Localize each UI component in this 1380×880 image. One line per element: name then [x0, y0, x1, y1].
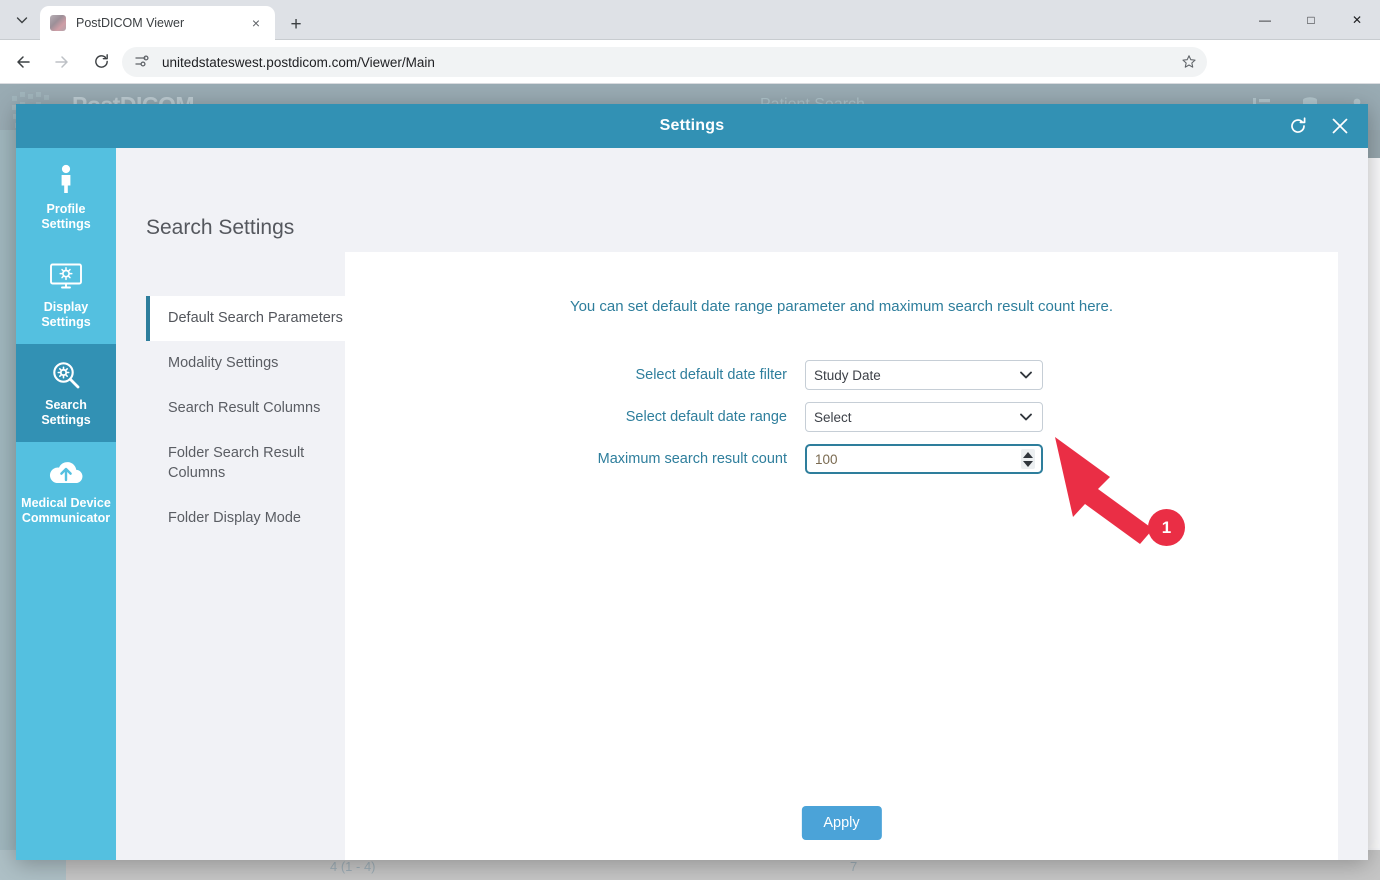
- rail-item-label: SearchSettings: [41, 398, 90, 428]
- settings-dialog: Settings ProfileSettings: [16, 104, 1368, 860]
- form-row-max-result-count: Maximum search result count 100: [345, 444, 1338, 474]
- max-result-count-label: Maximum search result count: [345, 451, 805, 467]
- new-tab-button[interactable]: +: [283, 11, 309, 37]
- postdicom-favicon: [50, 15, 66, 31]
- subnav-item-default-search-parameters[interactable]: Default Search Parameters: [146, 296, 346, 341]
- settings-sub-nav: Default Search Parameters Modality Setti…: [146, 296, 346, 541]
- date-filter-select[interactable]: Study Date: [805, 360, 1043, 390]
- settings-dialog-header: Settings: [16, 104, 1368, 148]
- bookmark-star-icon[interactable]: [1177, 50, 1201, 74]
- date-filter-control: Study Date: [805, 360, 1043, 390]
- subnav-item-search-result-columns[interactable]: Search Result Columns: [146, 386, 346, 431]
- default-search-parameters-form: Select default date filter Study Date: [345, 360, 1338, 486]
- stepper-down-icon[interactable]: [1023, 461, 1033, 467]
- browser-tab-strip: PostDICOM Viewer × + — □ ✕: [0, 0, 1380, 40]
- site-info-icon[interactable]: [134, 53, 152, 71]
- person-icon: [54, 162, 78, 196]
- form-row-date-range: Select default date range Select: [345, 402, 1338, 432]
- rail-item-profile-settings[interactable]: ProfileSettings: [16, 148, 116, 246]
- settings-category-rail: ProfileSettings DisplaySettings: [16, 148, 116, 860]
- max-result-count-value: 100: [815, 452, 838, 467]
- rail-item-medical-device-communicator[interactable]: Medical DeviceCommunicator: [16, 442, 116, 540]
- form-row-date-filter: Select default date filter Study Date: [345, 360, 1338, 390]
- subnav-item-modality-settings[interactable]: Modality Settings: [146, 341, 346, 386]
- cloud-upload-icon: [47, 456, 85, 490]
- window-close-button[interactable]: ✕: [1334, 0, 1380, 40]
- date-range-select[interactable]: Select: [805, 402, 1043, 432]
- chevron-down-icon: [1019, 368, 1033, 387]
- stepper-up-icon[interactable]: [1023, 452, 1033, 458]
- settings-content-pane: Search Settings Default Search Parameter…: [116, 148, 1368, 860]
- settings-dialog-title: Settings: [660, 117, 725, 135]
- back-icon[interactable]: [7, 46, 39, 78]
- search-gear-icon: [51, 358, 81, 392]
- address-bar-url: unitedstateswest.postdicom.com/Viewer/Ma…: [162, 55, 435, 70]
- rail-item-label: DisplaySettings: [41, 300, 90, 330]
- rail-item-label: Medical DeviceCommunicator: [21, 496, 111, 526]
- apply-button[interactable]: Apply: [801, 806, 881, 840]
- browser-tab[interactable]: PostDICOM Viewer ×: [40, 6, 275, 40]
- date-range-control: Select: [805, 402, 1043, 432]
- date-filter-value: Study Date: [814, 368, 881, 383]
- reload-icon[interactable]: [85, 46, 117, 78]
- address-bar[interactable]: unitedstateswest.postdicom.com/Viewer/Ma…: [122, 47, 1207, 77]
- refresh-icon[interactable]: [1286, 114, 1310, 138]
- window-controls: — □ ✕: [1242, 0, 1380, 40]
- settings-dialog-actions: [1286, 104, 1352, 148]
- subnav-item-folder-search-result-columns[interactable]: Folder Search Result Columns: [146, 431, 346, 495]
- forward-icon[interactable]: [46, 46, 78, 78]
- page-title: Search Settings: [146, 216, 294, 240]
- settings-form-card: You can set default date range parameter…: [345, 252, 1338, 860]
- tab-search-icon[interactable]: [8, 6, 36, 34]
- chevron-down-icon: [1019, 410, 1033, 429]
- max-result-count-control: 100: [805, 444, 1043, 474]
- rail-item-label: ProfileSettings: [41, 202, 90, 232]
- screenshot-root: PostDICOM Viewer × + — □ ✕ unitedstatesw…: [0, 0, 1380, 880]
- rail-item-display-settings[interactable]: DisplaySettings: [16, 246, 116, 344]
- date-range-value: Select: [814, 410, 852, 425]
- date-filter-label: Select default date filter: [345, 367, 805, 383]
- window-maximize-button[interactable]: □: [1288, 0, 1334, 40]
- tab-title: PostDICOM Viewer: [76, 16, 247, 30]
- max-result-count-input[interactable]: 100: [805, 444, 1043, 474]
- monitor-gear-icon: [49, 260, 83, 294]
- browser-toolbar: unitedstateswest.postdicom.com/Viewer/Ma…: [0, 40, 1380, 84]
- rail-item-search-settings[interactable]: SearchSettings: [16, 344, 116, 442]
- close-icon[interactable]: [1328, 114, 1352, 138]
- tab-close-icon[interactable]: ×: [247, 14, 265, 32]
- form-intro-text: You can set default date range parameter…: [345, 298, 1338, 315]
- date-range-label: Select default date range: [345, 409, 805, 425]
- window-minimize-button[interactable]: —: [1242, 0, 1288, 40]
- quantity-stepper[interactable]: [1021, 449, 1035, 469]
- subnav-item-folder-display-mode[interactable]: Folder Display Mode: [146, 496, 346, 541]
- settings-dialog-body: ProfileSettings DisplaySettings: [16, 148, 1368, 860]
